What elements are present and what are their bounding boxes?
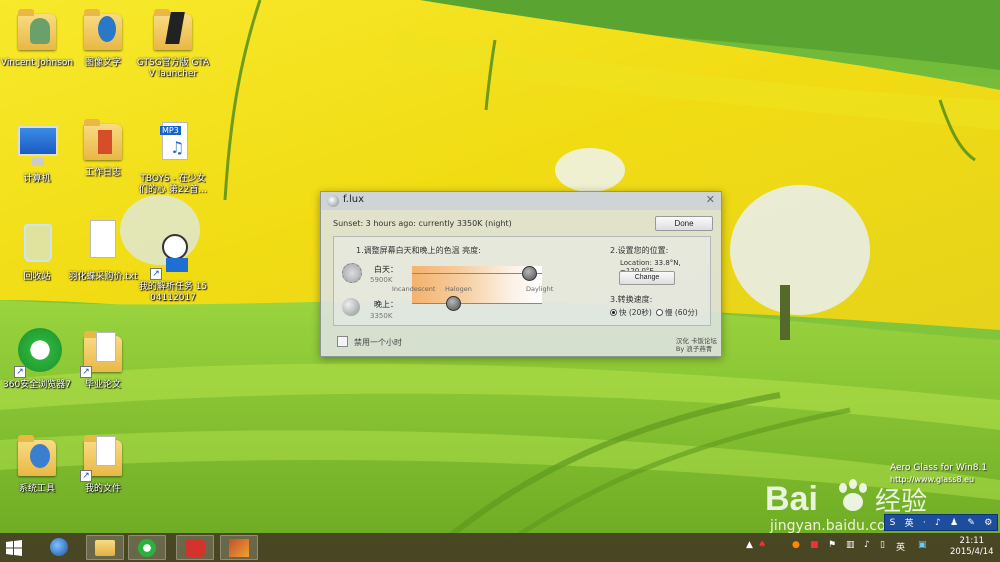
sun-icon [342, 263, 362, 283]
disable-hour-checkbox[interactable] [337, 336, 348, 347]
flux-logo-icon [327, 195, 339, 207]
desktop-icon-computer[interactable]: 计算机 [0, 122, 74, 185]
change-location-button[interactable]: Change [619, 271, 675, 285]
taskbar-app-image[interactable] [220, 535, 258, 560]
recycle-bin-icon [12, 220, 62, 270]
close-icon[interactable]: ✕ [706, 193, 715, 206]
ime-skin-icon[interactable]: ✎ [967, 518, 975, 528]
tray-expand-icon[interactable]: ▲ [746, 540, 753, 550]
desktop-icon-parse-task[interactable]: ↗ 我的解析任务 1504112017 [136, 230, 210, 304]
folder-icon [12, 432, 62, 482]
tray-browser-icon[interactable]: ■ [810, 540, 819, 550]
folder-icon: ↗ [78, 432, 128, 482]
mp3-file-icon: MP3 ♫ [148, 122, 198, 172]
browser-icon: ↗ [12, 328, 62, 378]
ime-voice-icon[interactable]: ♪ [935, 518, 941, 528]
tray-flag-icon[interactable]: ⚑ [828, 540, 836, 550]
night-slider-handle[interactable] [446, 296, 462, 311]
taskbar-file-explorer[interactable] [86, 535, 124, 560]
radio-checked-icon [610, 309, 617, 316]
sunset-status: Sunset: 3 hours ago: currently 3350K (ni… [333, 219, 512, 228]
taskbar-360-browser[interactable] [128, 535, 166, 560]
text-file-icon [78, 220, 128, 270]
flux-window: f.lux ✕ Sunset: 3 hours ago: currently 3… [320, 191, 722, 357]
desktop-icon-gtav-launcher[interactable]: GTSG官方版 GTAV launcher [136, 6, 210, 80]
flux-title: f.lux [343, 194, 365, 205]
user-folder-icon [12, 6, 62, 56]
file-explorer-icon [95, 540, 115, 556]
section-speed-heading: 3.转换速度: [610, 295, 653, 304]
translation-credit: 汉化 卡饭论坛 By 浪子燕青 [675, 337, 717, 353]
tray-device-icon[interactable]: ▯ [880, 540, 885, 550]
taskbar-app-1[interactable] [40, 535, 78, 560]
flux-titlebar[interactable]: f.lux ✕ [321, 192, 721, 210]
tray-network-icon[interactable]: ▥ [846, 540, 855, 550]
speed-slow-radio[interactable]: 慢 (60分) [656, 307, 698, 318]
ime-toolbar[interactable]: S 英 · ♪ ♟ ✎ ⚙ [884, 514, 998, 531]
folder-icon [148, 6, 198, 56]
mark-daylight: Daylight [526, 285, 554, 293]
windows-start-icon[interactable] [6, 540, 22, 556]
desktop-icon-user-folder[interactable]: Vincent Johnson [0, 6, 74, 69]
night-label: 晚上： [374, 300, 398, 309]
ime-logo-icon[interactable]: S [890, 518, 896, 528]
ime-user-icon[interactable]: ♟ [950, 518, 958, 528]
folder-icon [78, 116, 128, 166]
baidu-logo: Bai 经验 [765, 478, 945, 518]
tray-language-indicator[interactable]: 英 [896, 540, 905, 553]
tray-ime-icon[interactable]: ▣ [918, 540, 927, 550]
tray-security-icon[interactable]: ● [792, 540, 800, 550]
radio-unchecked-icon [656, 309, 663, 316]
desktop-icon-my-files[interactable]: ↗ 我的文件 [66, 432, 140, 495]
desktop-icon-recycle-bin[interactable]: 回收站 [0, 220, 74, 283]
svg-text:经验: 经验 [875, 487, 927, 517]
done-button[interactable]: Done [655, 216, 713, 231]
computer-icon [12, 122, 62, 172]
section-location-heading: 2.设置您的位置: [610, 246, 669, 255]
desktop-icon-image-text[interactable]: 图像文字 [66, 6, 140, 69]
app-image-icon [229, 539, 249, 557]
settings-panel: 1.调整屏幕白天和晚上的色温 亮度: 白天： 5900K 晚上： 3350K I… [333, 236, 711, 326]
baidu-url: jingyan.baidu.com [770, 518, 900, 534]
app-shortcut-icon: ↗ [148, 230, 198, 280]
desktop-icon-mp3-file[interactable]: MP3 ♫ TBOYS - 在少女们的心 第22首... [136, 122, 210, 196]
section-color-temp-heading: 1.调整屏幕白天和晚上的色温 亮度: [356, 246, 481, 255]
night-slider-track[interactable] [412, 303, 542, 304]
mark-incandescent: Incandescent [392, 285, 436, 293]
desktop-icon-txt-file[interactable]: 羽化蝶采购价.txt [66, 220, 140, 283]
mark-halogen: Halogen [445, 285, 472, 293]
ime-settings-icon[interactable]: ⚙ [984, 518, 992, 528]
day-slider-handle[interactable] [521, 266, 537, 281]
desktop-icon-thesis[interactable]: ↗ 毕业论文 [66, 328, 140, 391]
taskbar-clock[interactable]: 21:11 2015/4/14 [950, 536, 994, 558]
ime-lang-toggle[interactable]: 英 [905, 516, 914, 529]
disable-hour-label: 禁用一个小时 [354, 338, 402, 347]
moon-icon [342, 298, 360, 316]
folder-icon: ↗ [78, 328, 128, 378]
desktop-icon-system-tools[interactable]: 系统工具 [0, 432, 74, 495]
taskbar: ▲ ♠ ● ■ ⚑ ▥ ♪ ▯ 英 ▣ 21:11 2015/4/14 [0, 533, 1000, 562]
taskbar-app-red[interactable] [176, 535, 214, 560]
browser-icon [138, 539, 156, 557]
day-value: 5900K [370, 276, 393, 284]
speed-fast-radio[interactable]: 快 (20秒) [610, 307, 652, 318]
desktop-icon-work-log[interactable]: 工作日志 [66, 116, 140, 179]
folder-icon [78, 6, 128, 56]
svg-text:Bai: Bai [765, 480, 818, 518]
night-value: 3350K [370, 312, 393, 320]
desktop-icon-360-browser[interactable]: ↗ 360安全浏览器7 [0, 328, 74, 391]
tray-volume-icon[interactable]: ♪ [864, 540, 870, 550]
tray-app-icon[interactable]: ♠ [758, 540, 766, 550]
baidu-paw-icon: Bai 经验 [765, 479, 927, 518]
ime-punct-icon[interactable]: · [923, 518, 926, 528]
day-label: 白天： [374, 265, 398, 274]
app-red-icon [185, 539, 205, 557]
app-globe-icon [50, 538, 68, 556]
